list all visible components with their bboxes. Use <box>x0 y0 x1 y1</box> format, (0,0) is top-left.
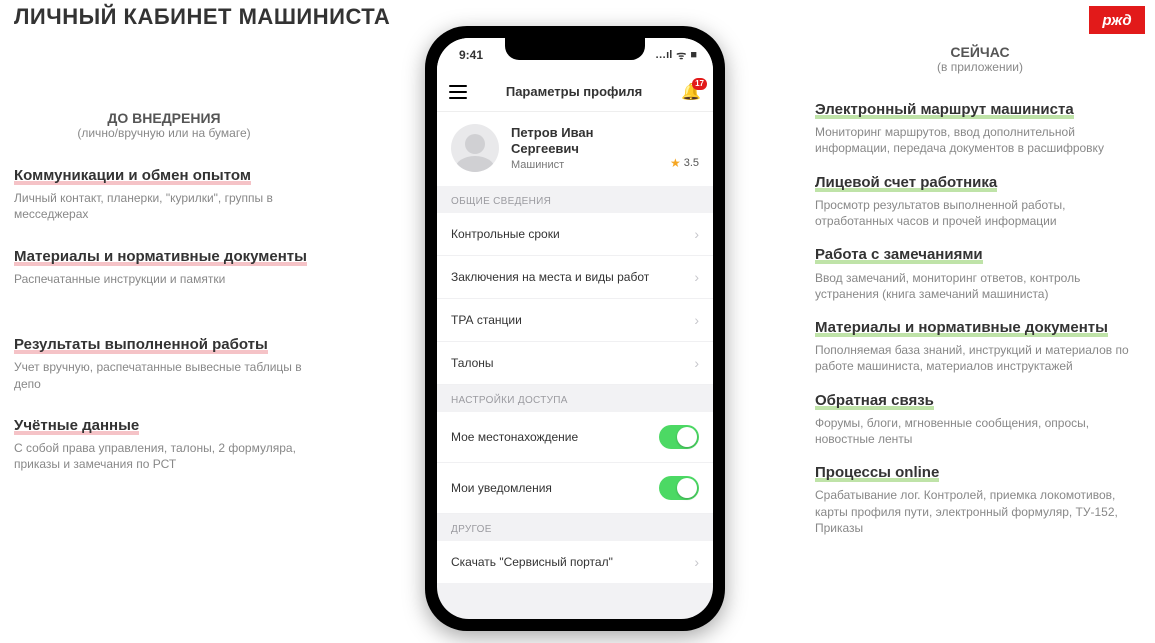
signal-icon: …ıl <box>655 49 672 61</box>
left-column: ДО ВНЕДРЕНИЯ (лично/вручную или на бумаг… <box>14 110 314 496</box>
chevron-right-icon: › <box>694 269 699 285</box>
left-block-title: Материалы и нормативные документы <box>14 248 307 266</box>
section-label-other: ДРУГОЕ <box>437 514 713 541</box>
left-header: ДО ВНЕДРЕНИЯ (лично/вручную или на бумаг… <box>14 110 314 140</box>
right-block: Обратная связь Форумы, блоги, мгновенные… <box>815 391 1145 448</box>
chevron-right-icon: › <box>694 312 699 328</box>
left-block-title: Результаты выполненной работы <box>14 336 268 354</box>
battery-icon: ■ <box>690 49 697 61</box>
list-item[interactable]: Контрольные сроки› <box>437 213 713 256</box>
right-block: Материалы и нормативные документы Пополн… <box>815 318 1145 375</box>
right-block: Работа с замечаниями Ввод замечаний, мон… <box>815 245 1145 302</box>
right-header-title: СЕЙЧАС <box>815 44 1145 60</box>
wifi-icon: ᯤ <box>676 48 686 63</box>
right-block-desc: Пополняемая база знаний, инструкций и ма… <box>815 342 1145 374</box>
right-header: СЕЙЧАС (в приложении) <box>815 44 1145 74</box>
left-block-title: Коммуникации и обмен опытом <box>14 167 251 185</box>
list-item[interactable]: ТРА станции› <box>437 299 713 342</box>
left-block-desc: Личный контакт, планерки, "курилки", гру… <box>14 190 314 222</box>
notification-badge: 17 <box>692 78 707 90</box>
profile-rating: ★ 3.5 <box>670 156 699 170</box>
right-block: Процессы online Срабатывание лог. Контро… <box>815 463 1145 536</box>
toggle-row-notifications: Мои уведомления <box>437 463 713 514</box>
list-item[interactable]: Талоны› <box>437 342 713 385</box>
avatar <box>451 124 499 172</box>
notifications-toggle[interactable] <box>659 476 699 500</box>
screen-title: Параметры профиля <box>467 84 681 99</box>
left-header-sub: (лично/вручную или на бумаге) <box>14 126 314 140</box>
left-header-title: ДО ВНЕДРЕНИЯ <box>14 110 314 126</box>
location-toggle[interactable] <box>659 425 699 449</box>
right-block-desc: Мониторинг маршрутов, ввод дополнительно… <box>815 124 1145 156</box>
hamburger-icon[interactable] <box>449 85 467 99</box>
right-block-title: Лицевой счет работника <box>815 174 997 192</box>
left-block-desc: С собой права управления, талоны, 2 форм… <box>14 440 314 472</box>
notifications-button[interactable]: 🔔 17 <box>681 82 701 102</box>
right-block-title: Обратная связь <box>815 392 934 410</box>
left-block: Результаты выполненной работы Учет вручн… <box>14 335 314 392</box>
chevron-right-icon: › <box>694 554 699 570</box>
right-block-title: Материалы и нормативные документы <box>815 319 1108 337</box>
chevron-right-icon: › <box>694 226 699 242</box>
left-block-desc: Распечатанные инструкции и памятки <box>14 271 314 287</box>
page-title: ЛИЧНЫЙ КАБИНЕТ МАШИНИСТА <box>14 4 390 30</box>
profile-role: Машинист <box>511 159 658 171</box>
right-block: Лицевой счет работника Просмотр результа… <box>815 173 1145 230</box>
section-label-general: ОБЩИЕ СВЕДЕНИЯ <box>437 186 713 213</box>
chevron-right-icon: › <box>694 355 699 371</box>
phone-screen: 9:41 …ıl ᯤ ■ Параметры профиля 🔔 17 Петр… <box>437 38 713 619</box>
section-label-access: НАСТРОЙКИ ДОСТУПА <box>437 385 713 412</box>
title-bar: Параметры профиля 🔔 17 <box>437 72 713 112</box>
right-block-desc: Срабатывание лог. Контролей, приемка лок… <box>815 487 1145 536</box>
phone-notch <box>505 38 645 60</box>
right-block-title: Электронный маршрут машиниста <box>815 101 1074 119</box>
toggle-row-location: Мое местонахождение <box>437 412 713 463</box>
list-item[interactable]: Заключения на места и виды работ› <box>437 256 713 299</box>
left-block-title: Учётные данные <box>14 417 139 435</box>
right-block-desc: Просмотр результатов выполненной работы,… <box>815 197 1145 229</box>
right-block-desc: Ввод замечаний, мониторинг ответов, конт… <box>815 270 1145 302</box>
profile-name: Петров Иван Сергеевич <box>511 125 658 158</box>
right-column: СЕЙЧАС (в приложении) Электронный маршру… <box>815 44 1145 552</box>
right-block: Электронный маршрут машиниста Мониторинг… <box>815 100 1145 157</box>
right-header-sub: (в приложении) <box>815 60 1145 74</box>
left-block: Учётные данные С собой права управления,… <box>14 416 314 473</box>
status-time: 9:41 <box>459 48 483 62</box>
list-item[interactable]: Скачать "Сервисный портал"› <box>437 541 713 583</box>
star-icon: ★ <box>670 156 681 170</box>
right-block-title: Процессы online <box>815 464 939 482</box>
profile-card[interactable]: Петров Иван Сергеевич Машинист ★ 3.5 <box>437 112 713 186</box>
right-block-title: Работа с замечаниями <box>815 246 983 264</box>
left-block-desc: Учет вручную, распечатанные вывесные таб… <box>14 359 314 391</box>
left-block: Коммуникации и обмен опытом Личный конта… <box>14 166 314 223</box>
right-block-desc: Форумы, блоги, мгновенные сообщения, опр… <box>815 415 1145 447</box>
left-block: Материалы и нормативные документы Распеч… <box>14 247 314 287</box>
rzd-logo: ржд <box>1089 6 1145 34</box>
phone-mockup: 9:41 …ıl ᯤ ■ Параметры профиля 🔔 17 Петр… <box>425 26 725 631</box>
